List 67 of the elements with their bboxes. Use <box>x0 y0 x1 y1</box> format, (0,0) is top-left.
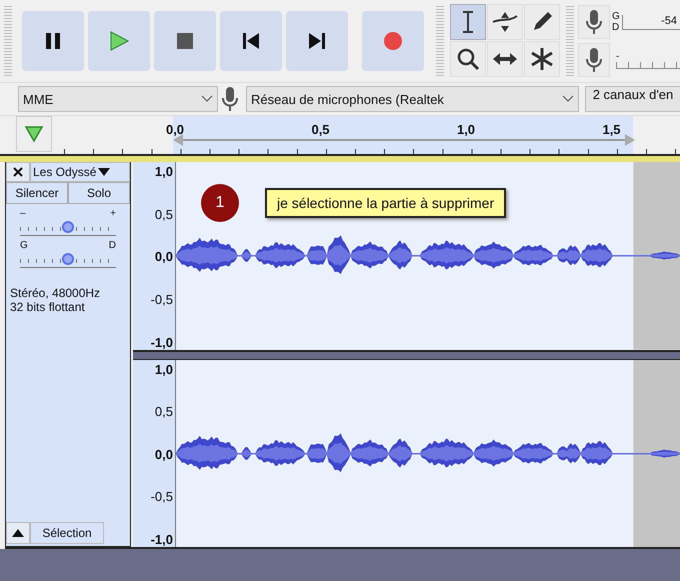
chevron-down-icon <box>562 95 574 103</box>
play-icon <box>108 30 130 52</box>
slider-thumb[interactable] <box>62 221 74 233</box>
time-label: 0,0 <box>166 122 184 137</box>
record-meter-mic-icon[interactable] <box>578 5 610 39</box>
slider-thumb[interactable] <box>62 253 74 265</box>
waveform-drawing[interactable] <box>176 360 680 547</box>
slider-min-label: – <box>20 208 26 219</box>
channels-dropdown[interactable]: 2 canaux d'en <box>585 86 680 112</box>
amplitude-label: 1,0 <box>154 164 173 179</box>
pause-icon <box>43 31 63 51</box>
select-track-button[interactable]: Sélection <box>30 522 104 544</box>
stop-icon <box>176 32 194 50</box>
amplitude-label: 0,0 <box>154 249 173 264</box>
playback-meter-mic-icon[interactable] <box>578 43 610 77</box>
host-dropdown[interactable]: MME <box>18 86 218 112</box>
skip-to-end-icon <box>308 32 326 50</box>
draw-tool[interactable] <box>524 4 560 40</box>
timeshift-tool[interactable] <box>487 41 523 77</box>
track-info: Stéréo, 48000Hz <box>10 286 102 300</box>
select-tool[interactable] <box>450 4 486 40</box>
microphone-icon <box>222 86 238 112</box>
slider-max-label: D <box>108 240 116 251</box>
amplitude-label: -1,0 <box>150 532 173 547</box>
meter-reading: - <box>616 51 620 62</box>
slider-min-label: G <box>20 240 28 251</box>
record-icon <box>383 31 403 51</box>
amplitude-label: 1,0 <box>154 362 173 376</box>
annotation-callout: je sélectionne la partie à supprimer <box>265 188 506 218</box>
chevron-down-icon <box>201 95 213 103</box>
pause-button[interactable] <box>22 11 84 71</box>
skip-to-start-icon <box>242 32 260 50</box>
meter-reading: -54 <box>661 14 677 26</box>
record-button[interactable] <box>362 11 424 71</box>
magnifier-icon <box>456 47 480 71</box>
amplitude-label: 0,0 <box>154 446 173 462</box>
amplitude-label: 0,5 <box>154 206 173 222</box>
triangle-up-icon <box>12 529 24 537</box>
amplitude-label: -0,5 <box>150 489 173 504</box>
time-label: 0,5 <box>311 122 330 137</box>
multi-tool[interactable] <box>524 41 560 77</box>
collapse-button[interactable] <box>6 522 30 544</box>
envelope-icon <box>491 10 519 34</box>
close-icon <box>13 167 23 177</box>
caret-down-icon <box>98 168 110 176</box>
meter-channel-label: D <box>612 22 620 33</box>
timeline-options-button[interactable] <box>16 116 52 152</box>
meter-channel-label: G <box>612 11 620 22</box>
time-label: 1,0 <box>456 122 476 137</box>
zoom-tool[interactable] <box>450 41 486 77</box>
time-label: 1,5 <box>602 122 621 137</box>
input-device-dropdown[interactable]: Réseau de microphones (Realtek <box>246 86 579 112</box>
meter-scale <box>616 62 680 69</box>
solo-button[interactable]: Solo <box>68 182 130 204</box>
close-button[interactable] <box>6 162 30 182</box>
track-info: 32 bits flottant <box>10 300 86 314</box>
envelope-tool[interactable] <box>487 4 523 40</box>
track-name-menu[interactable]: Les Odyssé <box>30 162 130 182</box>
stop-button[interactable] <box>154 11 216 71</box>
channel-separator[interactable] <box>133 350 680 360</box>
triangle-down-icon <box>24 125 44 143</box>
amplitude-label: -1,0 <box>150 334 173 350</box>
slider-max-label: + <box>110 208 116 219</box>
asterisk-icon <box>529 46 555 72</box>
amplitude-label: -0,5 <box>150 292 173 307</box>
mute-button[interactable]: Silencer <box>6 182 68 204</box>
amplitude-label: 0,5 <box>154 404 173 420</box>
